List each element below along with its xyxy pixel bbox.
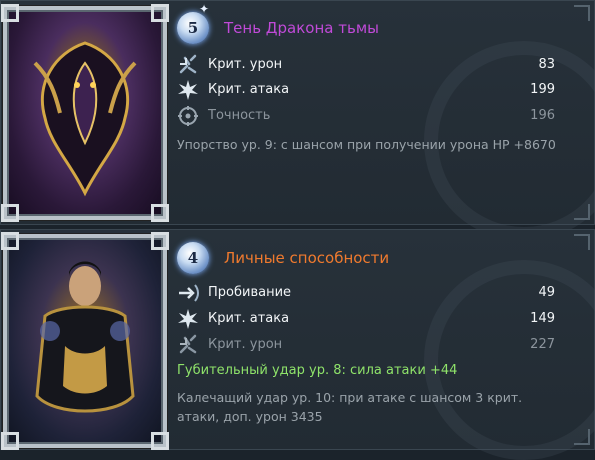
rank-number: 5 — [187, 19, 199, 37]
dragon-portrait-image — [1, 4, 169, 222]
character-portrait-image — [1, 232, 169, 450]
stat-value: 49 — [538, 285, 555, 300]
corner-ornament — [574, 429, 590, 445]
stat-label: Крит. атака — [208, 311, 290, 326]
dragon-figure-icon — [33, 41, 137, 197]
crit-damage-icon — [179, 54, 197, 74]
corner-ornament — [574, 204, 590, 220]
accuracy-icon — [178, 106, 198, 126]
sparkle-icon: ✦ — [199, 2, 210, 16]
stat-label: Крит. урон — [208, 337, 283, 352]
crit-attack-icon — [178, 309, 198, 329]
card-title: Личные способности — [224, 249, 390, 267]
rank-badge: 5 — [177, 12, 209, 44]
effect-description: Калечащий удар ур. 10: при атаке с шансо… — [177, 390, 523, 424]
effect-highlight: Губительный удар ур. 8: сила атаки +44 — [177, 363, 458, 378]
crit-attack-icon — [178, 80, 198, 100]
stat-label: Точность — [208, 108, 271, 123]
corner-ornament — [574, 234, 590, 250]
stat-value: 149 — [530, 311, 555, 326]
stat-row: Крит. урон 227 — [177, 334, 555, 356]
stat-value: 196 — [530, 108, 555, 123]
rank-number: 4 — [187, 249, 199, 267]
soul-card-2: 4 Личные способности Пробивание 49 Крит.… — [0, 229, 595, 460]
effect-description: Упорство ур. 9: с шансом при получении у… — [177, 137, 556, 152]
card-title: Тень Дракона тьмы — [224, 19, 379, 37]
stat-value: 199 — [530, 82, 555, 97]
stat-label: Пробивание — [208, 285, 292, 300]
stat-label: Крит. атака — [208, 82, 290, 97]
stat-label: Крит. урон — [208, 57, 283, 72]
stat-value: 227 — [530, 337, 555, 352]
rank-badge: 4 — [177, 242, 209, 274]
warrior-figure-icon — [35, 261, 135, 413]
stat-row: Крит. атака 149 — [177, 308, 555, 330]
soul-card-1: 5 ✦ Тень Дракона тьмы Крит. урон 83 Крит… — [0, 0, 595, 241]
crit-damage-icon — [179, 334, 197, 354]
stat-row: Крит. урон 83 — [177, 54, 555, 76]
stat-value: 83 — [538, 57, 555, 72]
penetration-icon — [179, 284, 199, 302]
stat-row: Крит. атака 199 — [177, 79, 555, 101]
stat-row: Точность 196 — [177, 105, 555, 127]
stat-row: Пробивание 49 — [177, 282, 555, 304]
corner-ornament — [574, 5, 590, 21]
